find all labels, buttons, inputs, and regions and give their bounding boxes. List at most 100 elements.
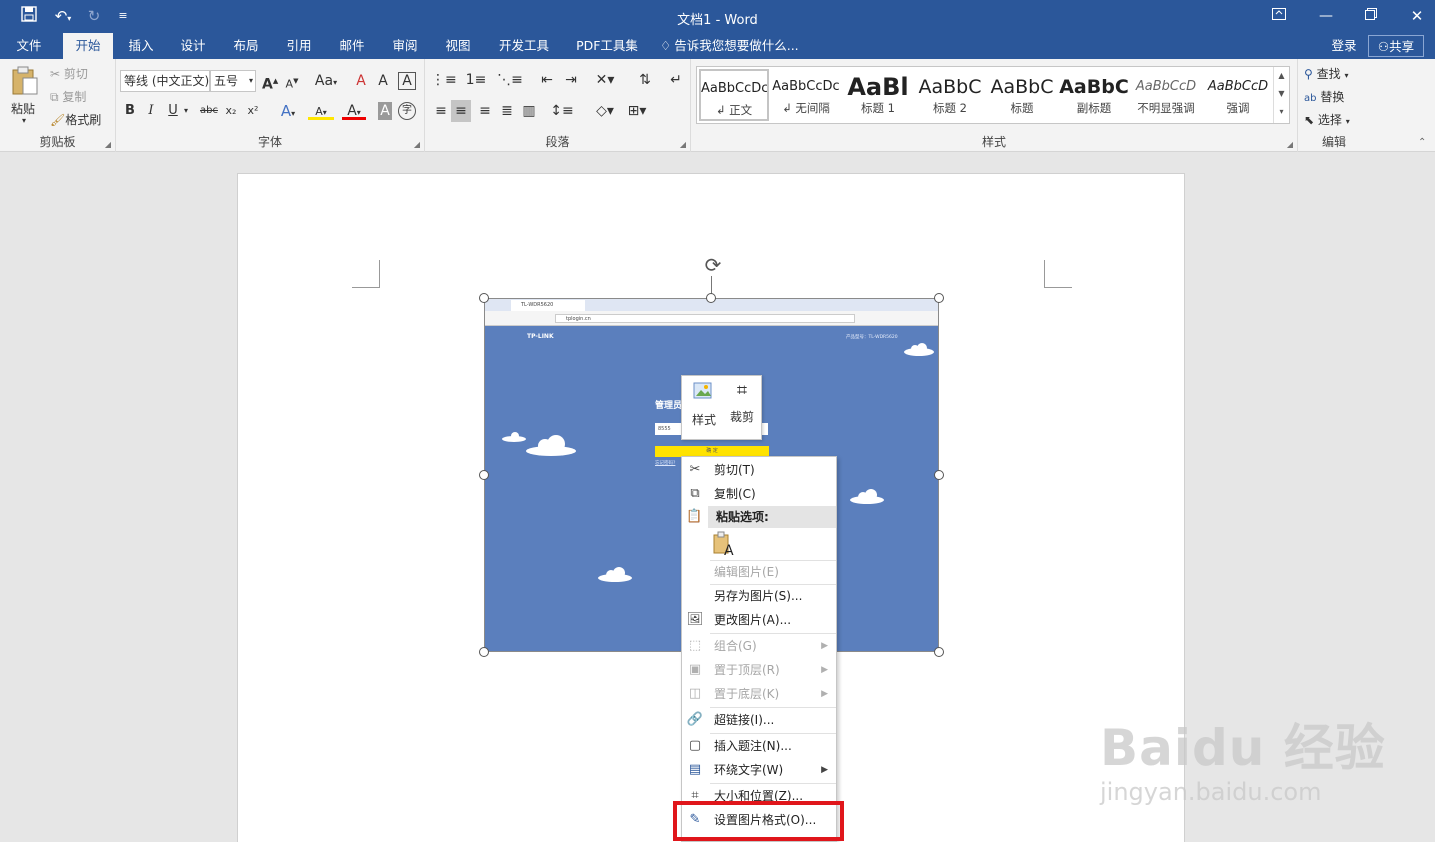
replace-button[interactable]: ab 替换 [1304, 88, 1344, 105]
clear-format-icon[interactable]: A [352, 72, 370, 90]
text-effects-icon[interactable]: A▾ [276, 102, 300, 120]
share-button[interactable]: ⚇共享 [1368, 35, 1424, 57]
align-right-icon[interactable]: ≡ [475, 102, 495, 120]
align-left-icon[interactable]: ≡ [431, 102, 451, 120]
menu-wrap-text[interactable]: ▤ 环绕文字(W) ▶ [682, 758, 836, 782]
tab-insert[interactable]: 插入 [119, 33, 163, 59]
align-center-icon[interactable]: ≡ [451, 100, 471, 122]
change-case-icon[interactable]: Aa▾ [312, 72, 340, 90]
decrease-indent-icon[interactable]: ⇤ [537, 71, 557, 89]
resize-handle[interactable] [934, 293, 944, 303]
menu-edit-picture[interactable]: 编辑图片(E) [682, 560, 836, 584]
line-spacing-icon[interactable]: ↕≡ [549, 102, 575, 120]
font-size-combo[interactable]: 五号 ▾ [210, 70, 256, 92]
tab-developer[interactable]: 开发工具 [491, 33, 557, 59]
minimize-icon[interactable]: — [1311, 4, 1341, 28]
style-subtitle[interactable]: AaBbC 副标题 [1059, 69, 1129, 121]
find-button[interactable]: ⚲ 查找 ▾ [1304, 65, 1348, 82]
resize-handle[interactable] [479, 647, 489, 657]
tell-me-box[interactable]: ♢ 告诉我您想要做什么... [660, 33, 810, 59]
shading-icon[interactable]: ◇▾ [591, 102, 619, 120]
subscript-button[interactable]: x₂ [222, 102, 240, 120]
underline-button[interactable]: U [166, 102, 180, 120]
shrink-font-icon[interactable]: A▼ [284, 72, 300, 91]
multilevel-list-icon[interactable]: ⋱≡ [497, 71, 523, 89]
style-heading-2[interactable]: AaBbC 标题 2 [915, 69, 985, 121]
style-no-spacing[interactable]: AaBbCcDc ↲ 无间隔 [771, 69, 841, 121]
paste-keep-text-icon[interactable]: A [712, 531, 736, 559]
dialog-launcher-icon[interactable]: ◢ [414, 140, 420, 149]
style-emphasis[interactable]: AaBbCcD 强调 [1203, 69, 1273, 121]
resize-handle[interactable] [934, 470, 944, 480]
style-button[interactable]: 样式 [686, 380, 722, 436]
bullets-icon[interactable]: ⋮≡ [431, 71, 457, 89]
menu-bring-front[interactable]: ▣ 置于顶层(R) ▶ [682, 658, 836, 682]
font-color-icon[interactable]: A▾ [342, 102, 366, 120]
menu-send-back[interactable]: ◫ 置于底层(K) ▶ [682, 682, 836, 706]
char-shading-icon[interactable]: A [378, 102, 392, 120]
resize-handle[interactable] [706, 293, 716, 303]
justify-icon[interactable]: ≣ [497, 102, 517, 120]
collapse-ribbon-icon[interactable]: ⌃ [1418, 137, 1426, 148]
style-subtle-emphasis[interactable]: AaBbCcD 不明显强调 [1131, 69, 1201, 121]
resize-handle[interactable] [479, 293, 489, 303]
dialog-launcher-icon[interactable]: ◢ [105, 140, 111, 149]
style-heading-1[interactable]: AaBl 标题 1 [843, 69, 913, 121]
menu-cut[interactable]: ✂ 剪切(T) [682, 458, 836, 482]
numbering-icon[interactable]: 1≡ [463, 71, 489, 89]
chevron-down-icon[interactable]: ▾ [182, 102, 190, 120]
italic-button[interactable]: I [144, 102, 158, 120]
copy-button[interactable]: ⧉ 复制 [50, 88, 86, 105]
font-name-combo[interactable]: 等线 (中文正文) [120, 70, 210, 92]
increase-indent-icon[interactable]: ⇥ [561, 71, 581, 89]
styles-group-label: 样式 [981, 135, 1006, 149]
sort-icon[interactable]: ⇅ [635, 71, 655, 89]
char-border-icon[interactable]: A [398, 72, 416, 90]
tab-design[interactable]: 设计 [171, 33, 215, 59]
tab-pdf-tools[interactable]: PDF工具集 [570, 33, 644, 59]
crop-button[interactable]: ⌗ 裁剪 [724, 380, 760, 436]
tab-file[interactable]: 文件 [6, 33, 52, 59]
strikethrough-button[interactable]: abc [198, 102, 220, 120]
style-title[interactable]: AaBbC 标题 [987, 69, 1057, 121]
grow-font-icon[interactable]: A▲ [262, 72, 278, 93]
dialog-launcher-icon[interactable]: ◢ [680, 140, 686, 149]
select-button[interactable]: ⬉ 选择 ▾ [1304, 111, 1350, 128]
ribbon-display-icon[interactable] [1264, 4, 1294, 28]
dialog-launcher-icon[interactable]: ◢ [1287, 140, 1293, 149]
restore-icon[interactable] [1356, 4, 1386, 28]
show-marks-icon[interactable]: ↵ [667, 71, 685, 89]
menu-save-as-picture[interactable]: 另存为图片(S)... [682, 584, 836, 608]
gallery-scroll[interactable]: ▲ ▼ ▾ [1273, 67, 1289, 123]
cut-button[interactable]: ✂ 剪切 [50, 65, 88, 82]
menu-copy[interactable]: ⧉ 复制(C) [682, 482, 836, 506]
tab-view[interactable]: 视图 [436, 33, 480, 59]
menu-group[interactable]: ⬚ 组合(G) ▶ [682, 634, 836, 658]
resize-handle[interactable] [934, 647, 944, 657]
phonetic-guide-icon[interactable]: A [374, 72, 392, 90]
copy-label: 复制 [62, 90, 87, 104]
rotate-handle-icon[interactable]: ⟳ [702, 254, 724, 276]
tab-references[interactable]: 引用 [277, 33, 321, 59]
borders-icon[interactable]: ⊞▾ [623, 102, 651, 120]
menu-hyperlink[interactable]: 🔗 超链接(I)... [682, 708, 836, 732]
resize-handle[interactable] [479, 470, 489, 480]
tab-home[interactable]: 开始 [63, 33, 113, 59]
bold-button[interactable]: B [122, 102, 138, 120]
menu-label: 复制(C) [714, 487, 756, 501]
tab-review[interactable]: 审阅 [383, 33, 427, 59]
superscript-button[interactable]: x² [244, 102, 262, 120]
menu-insert-caption[interactable]: ▢ 插入题注(N)... [682, 734, 836, 758]
tab-mailings[interactable]: 邮件 [330, 33, 374, 59]
format-painter-button[interactable]: 🖌格式刷 [50, 111, 101, 128]
highlight-icon[interactable]: A▾ [308, 102, 334, 120]
chinese-layout-icon[interactable]: ✕▾ [591, 71, 619, 89]
paste-button[interactable]: 粘贴 ▾ [8, 64, 44, 126]
style-normal[interactable]: AaBbCcDc ↲ 正文 [699, 69, 769, 121]
menu-change-picture[interactable]: 🖼 更改图片(A)... [682, 608, 836, 632]
close-icon[interactable]: ✕ [1402, 4, 1432, 28]
distributed-icon[interactable]: ▥ [519, 102, 539, 120]
tab-layout[interactable]: 布局 [224, 33, 268, 59]
enclose-char-icon[interactable]: 字 [398, 102, 416, 120]
login-link[interactable]: 登录 [1326, 33, 1362, 59]
